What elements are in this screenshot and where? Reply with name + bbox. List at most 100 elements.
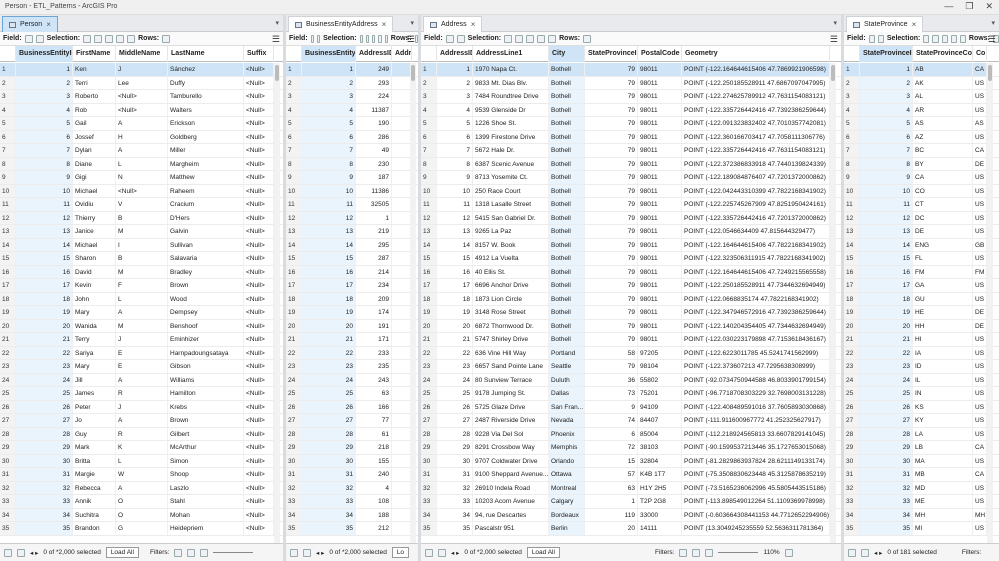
row-number[interactable]: 9: [844, 171, 860, 184]
table-cell[interactable]: 98011: [638, 306, 682, 319]
table-cell[interactable]: Sánchez: [168, 63, 244, 76]
table-row[interactable]: 2 2 Terri Lee Duffy <Null>: [0, 76, 283, 90]
row-number[interactable]: 13: [844, 225, 860, 238]
table-cell[interactable]: [392, 333, 412, 346]
table-cell[interactable]: Gail: [73, 117, 116, 130]
table-cell[interactable]: 75201: [638, 387, 682, 400]
row-number[interactable]: 2: [844, 76, 860, 89]
table-row[interactable]: 29 29 LB CA: [844, 441, 999, 455]
table-cell[interactable]: 79: [585, 306, 638, 319]
table-cell[interactable]: Montreal: [549, 481, 585, 494]
table-cell[interactable]: CA: [973, 63, 987, 76]
table-cell[interactable]: [392, 171, 412, 184]
table-row[interactable]: 15 15 Sharon B Salavaria <Null>: [0, 252, 283, 266]
table-cell[interactable]: AL: [913, 90, 973, 103]
table-cell[interactable]: 31: [860, 468, 913, 481]
table-cell[interactable]: Duluth: [549, 373, 585, 386]
row-number[interactable]: 7: [421, 144, 437, 157]
tab-close-icon[interactable]: ×: [382, 20, 387, 29]
table-cell[interactable]: 11: [16, 198, 73, 211]
table-cell[interactable]: ID: [913, 360, 973, 373]
table-cell[interactable]: Simon: [168, 454, 244, 467]
table-cell[interactable]: US: [973, 346, 987, 359]
table-row[interactable]: 33 33 108: [286, 495, 418, 509]
row-number[interactable]: 31: [286, 468, 302, 481]
table-cell[interactable]: POINT (-111.911600967772 41.252325627917…: [682, 414, 830, 427]
row-number[interactable]: 23: [844, 360, 860, 373]
table-cell[interactable]: LB: [913, 441, 973, 454]
table-row[interactable]: 9 9 Gigi N Matthew <Null>: [0, 171, 283, 185]
table-cell[interactable]: <Null>: [244, 346, 274, 359]
nav-arrows[interactable]: ◂ ▸: [30, 549, 38, 557]
table-cell[interactable]: 1: [302, 63, 356, 76]
table-cell[interactable]: Diane: [73, 157, 116, 170]
table-cell[interactable]: F: [116, 279, 168, 292]
row-number[interactable]: 27: [844, 414, 860, 427]
table-cell[interactable]: B: [116, 211, 168, 224]
field-tool-icon[interactable]: [35, 34, 44, 43]
tab-state[interactable]: StateProvince ×: [846, 16, 924, 32]
selection-tool-icon[interactable]: [359, 34, 363, 43]
table-cell[interactable]: [392, 76, 412, 89]
row-number[interactable]: 26: [286, 400, 302, 413]
table-cell[interactable]: 20: [302, 319, 356, 332]
vertical-scrollbar[interactable]: [830, 63, 836, 543]
row-number[interactable]: 35: [0, 522, 16, 535]
row-number[interactable]: 13: [421, 225, 437, 238]
row-number[interactable]: 18: [421, 292, 437, 305]
table-row[interactable]: 19 19 3148 Rose Street Bothell 79 98011 POINT …: [421, 306, 841, 320]
table-cell[interactable]: 1: [860, 63, 913, 76]
selection-tool-icon[interactable]: [365, 34, 370, 43]
row-number[interactable]: 33: [286, 495, 302, 508]
table-cell[interactable]: Eminhizer: [168, 333, 244, 346]
table-cell[interactable]: 13: [302, 225, 356, 238]
table-cell[interactable]: 32804: [638, 454, 682, 467]
table-cell[interactable]: O: [116, 495, 168, 508]
table-cell[interactable]: McArthur: [168, 441, 244, 454]
table-cell[interactable]: Walters: [168, 103, 244, 116]
table-cell[interactable]: POINT (-122.335726442416 47.720137200086…: [682, 211, 830, 224]
table-cell[interactable]: 36: [585, 373, 638, 386]
table-cell[interactable]: [392, 427, 412, 440]
row-number[interactable]: 32: [0, 481, 16, 494]
table-cell[interactable]: 8: [860, 157, 913, 170]
selection-tool-icon[interactable]: [127, 34, 136, 43]
table-cell[interactable]: Britta: [73, 454, 116, 467]
table-cell[interactable]: Wood: [168, 292, 244, 305]
table-cell[interactable]: Williams: [168, 373, 244, 386]
table-cell[interactable]: POINT (-122.250185528911 47.734463269494…: [682, 279, 830, 292]
row-number[interactable]: 29: [286, 441, 302, 454]
row-number[interactable]: 15: [421, 252, 437, 265]
row-number[interactable]: 2: [286, 76, 302, 89]
table-row[interactable]: 22 22 IA US: [844, 346, 999, 360]
table-row[interactable]: 32 32 26910 Indela Road Montreal 63 H1Y 2H5 PO…: [421, 481, 841, 495]
zoom-slider[interactable]: [718, 552, 759, 553]
table-cell[interactable]: Krebs: [168, 400, 244, 413]
table-cell[interactable]: 79: [585, 76, 638, 89]
table-row[interactable]: 23 23 ID US: [844, 360, 999, 374]
table-cell[interactable]: Dylan: [73, 144, 116, 157]
table-cell[interactable]: 32505: [356, 198, 392, 211]
table-row[interactable]: 33 33 Annik O Stahl <Null>: [0, 495, 283, 509]
selection-tool-icon[interactable]: [94, 34, 103, 43]
table-row[interactable]: 1 1 1970 Napa Ct. Bothell 79 98011 POINT (-122…: [421, 63, 841, 77]
table-row[interactable]: 29 29 218: [286, 441, 418, 455]
table-cell[interactable]: AK: [913, 76, 973, 89]
table-cell[interactable]: 35: [860, 522, 913, 535]
table-cell[interactable]: <Null>: [116, 90, 168, 103]
row-number[interactable]: 10: [421, 184, 437, 197]
table-cell[interactable]: 79: [585, 157, 638, 170]
table-cell[interactable]: POINT (-96.7718708303229 32.769800313122…: [682, 387, 830, 400]
table-cell[interactable]: Roberto: [73, 90, 116, 103]
table-cell[interactable]: <Null>: [244, 481, 274, 494]
table-cell[interactable]: 6: [437, 130, 473, 143]
table-row[interactable]: 14 14 Michael I Sullivan <Null>: [0, 238, 283, 252]
tab-close-icon[interactable]: ×: [471, 20, 476, 29]
table-cell[interactable]: 9265 La Paz: [473, 225, 549, 238]
table-cell[interactable]: J: [116, 63, 168, 76]
table-cell[interactable]: Galvin: [168, 225, 244, 238]
table-cell[interactable]: Gilbert: [168, 427, 244, 440]
table-cell[interactable]: <Null>: [244, 63, 274, 76]
table-cell[interactable]: Terri: [73, 76, 116, 89]
table-row[interactable]: 26 26 166: [286, 400, 418, 414]
